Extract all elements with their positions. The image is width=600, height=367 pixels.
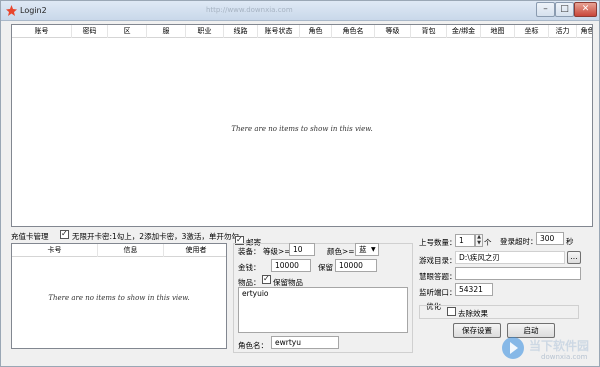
watermark-logo: 当下软件园 downxia.com (501, 331, 597, 365)
level-input[interactable]: 10 (289, 243, 315, 256)
unlimited-card-checkbox[interactable] (60, 229, 69, 239)
save-settings-button[interactable]: 保存设置 (453, 323, 501, 338)
color-select[interactable]: 蓝 ▼ (355, 243, 379, 256)
col-account-status[interactable]: 账号状态 (258, 25, 300, 38)
color-label: 颜色>= (327, 247, 355, 256)
keep-label: 保留 (318, 263, 333, 272)
watermark-url: http://www.downxia.com (206, 6, 293, 14)
color-select-value: 蓝 (359, 245, 367, 254)
col-bag[interactable]: 背包 (411, 25, 447, 38)
watermark-name: 当下软件园 (529, 339, 590, 353)
role-name-input[interactable]: ewrtyu (271, 336, 339, 349)
close-button[interactable]: ✕ (574, 2, 597, 17)
game-dir-input[interactable]: D:\疾风之刃 (455, 251, 565, 264)
card-list-header: 卡号 信息 使用者 (12, 244, 226, 257)
col-role[interactable]: 角色 (300, 25, 332, 38)
remove-effects-checkbox[interactable] (447, 307, 456, 316)
col-vitality[interactable]: 活力 (549, 25, 577, 38)
col-gold[interactable]: 金/绑金 (447, 25, 481, 38)
col-level[interactable]: 等级 (375, 25, 411, 38)
app-window: Login2 http://www.downxia.com – □ ✕ 账号 密… (0, 0, 600, 367)
captcha-input[interactable] (455, 267, 581, 280)
login-count-label: 上号数量： (419, 238, 457, 247)
browse-button[interactable]: ... (567, 251, 581, 264)
timeout-input[interactable]: 300 (536, 232, 564, 245)
minimize-button[interactable]: – (536, 2, 555, 17)
card-list[interactable]: 卡号 信息 使用者 There are no items to show in … (11, 243, 227, 349)
port-input[interactable]: 54321 (455, 283, 493, 296)
watermark-site: downxia.com (541, 353, 588, 361)
title-bar: Login2 http://www.downxia.com – □ ✕ (1, 1, 599, 21)
col-zone[interactable]: 区 (108, 25, 147, 38)
window-title: Login2 (20, 6, 47, 15)
col-card-info[interactable]: 信息 (98, 244, 164, 257)
items-textarea[interactable]: ertyuio (238, 287, 408, 333)
game-dir-label: 游戏目录： (419, 256, 457, 265)
login-count-spinner[interactable]: ▲ ▼ (475, 234, 483, 247)
card-list-empty-text: There are no items to show in this view. (48, 294, 190, 302)
port-label: 监听端口： (419, 288, 457, 297)
unlimited-card-label: 无限开卡密:1勾上，2添加卡密，3激活，单开勿勾 (72, 232, 239, 241)
account-list-empty-text: There are no items to show in this view. (231, 125, 373, 133)
level-label: 等级>= (263, 247, 291, 256)
timeout-label: 登录超时： (500, 237, 538, 246)
col-role-status[interactable]: 角色状态 (577, 25, 593, 38)
col-card-number[interactable]: 卡号 (12, 244, 98, 257)
gold-label: 金钱： (238, 263, 261, 272)
col-card-user[interactable]: 使用者 (164, 244, 226, 257)
col-role-name[interactable]: 角色名 (332, 25, 375, 38)
col-account[interactable]: 账号 (12, 25, 72, 38)
card-management-label: 充值卡管理 (11, 232, 49, 241)
timeout-unit: 秒 (566, 237, 574, 246)
app-icon (6, 5, 17, 16)
role-name-label: 角色名： (238, 341, 268, 350)
optimize-group (419, 305, 579, 319)
maximize-button[interactable]: □ (555, 2, 574, 17)
keep-items-checkbox[interactable] (262, 274, 271, 284)
watermark-logo-icon (502, 337, 524, 359)
equip-label: 装备： (238, 247, 261, 256)
remove-effects-label: 去除效果 (458, 309, 488, 318)
col-class[interactable]: 职业 (186, 25, 224, 38)
keep-input[interactable]: 10000 (335, 259, 377, 272)
login-count-unit: 个 (484, 238, 492, 247)
col-line[interactable]: 线路 (224, 25, 258, 38)
account-list[interactable]: 账号 密码 区 服 职业 线路 账号状态 角色 角色名 等级 背包 金/绑金 地… (11, 24, 593, 227)
col-server[interactable]: 服 (147, 25, 186, 38)
account-list-header: 账号 密码 区 服 职业 线路 账号状态 角色 角色名 等级 背包 金/绑金 地… (12, 25, 592, 38)
col-password[interactable]: 密码 (72, 25, 108, 38)
gold-input[interactable]: 10000 (271, 259, 311, 272)
captcha-label: 慧眼答题： (419, 272, 457, 281)
login-count-input[interactable]: 1 (455, 234, 475, 247)
col-map[interactable]: 地图 (481, 25, 515, 38)
chevron-down-icon: ▼ (371, 246, 376, 253)
col-coords[interactable]: 坐标 (515, 25, 549, 38)
